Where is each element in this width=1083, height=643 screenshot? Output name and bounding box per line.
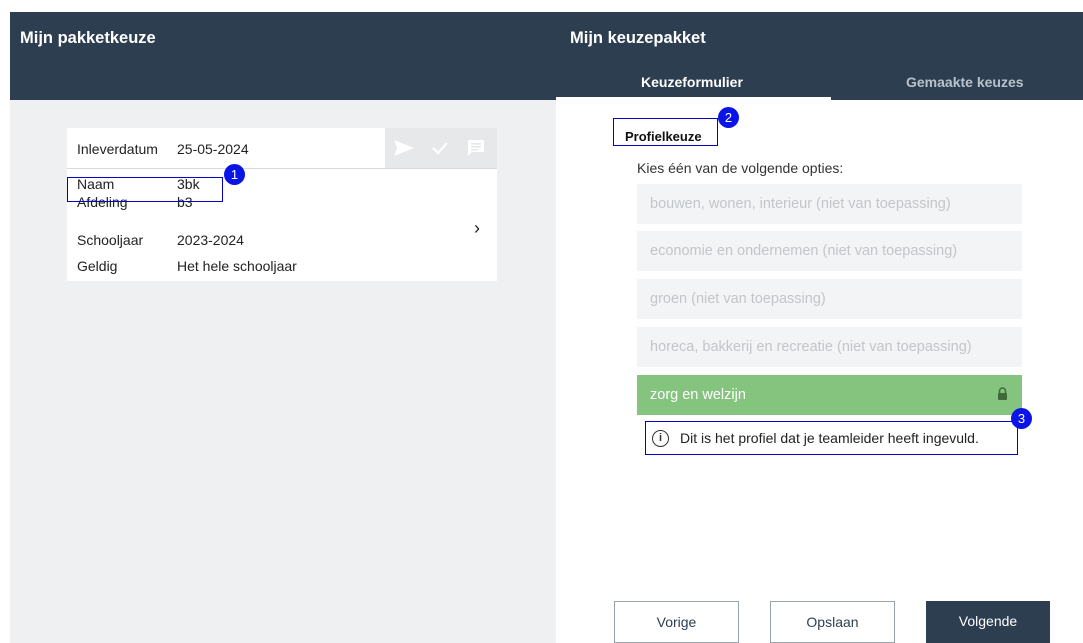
option-label: zorg en welzijn [650, 387, 746, 403]
option-zorg-en-welzijn: zorg en welzijn [637, 375, 1022, 415]
info-message: Dit is het profiel dat je teamleider hee… [680, 430, 979, 446]
left-title: Mijn pakketkeuze [20, 29, 156, 47]
deadline-value: 25-05-2024 [177, 141, 249, 157]
right-title: Mijn keuzepakket [570, 29, 706, 47]
tab-gemaakte-keuzes[interactable]: Gemaakte keuzes [906, 74, 1024, 90]
package-card[interactable]: Inleverdatum 25-05-2024 Naam 3bk Afdelin… [67, 128, 497, 281]
annotation-badge-2: 2 [718, 107, 739, 128]
row-label: Schooljaar [77, 232, 144, 248]
option-horeca-bakkerij-recreatie: horeca, bakkerij en recreatie (niet van … [637, 327, 1022, 367]
card-divider [67, 168, 497, 169]
annotation-box-1 [67, 177, 223, 202]
lock-icon [998, 387, 1007, 400]
save-button[interactable]: Opslaan [770, 601, 895, 643]
send-icon[interactable] [393, 138, 415, 158]
active-tab-indicator [556, 97, 831, 100]
deadline-label: Inleverdatum [77, 141, 158, 157]
options-prompt: Kies één van de volgende opties: [637, 160, 844, 176]
comment-icon[interactable] [465, 138, 487, 158]
option-economie-ondernemen: economie en ondernemen (niet van toepass… [637, 231, 1022, 271]
tab-keuzeformulier[interactable]: Keuzeformulier [641, 74, 743, 90]
next-button[interactable]: Volgende [926, 601, 1050, 643]
row-value: Het hele schooljaar [177, 258, 297, 274]
section-title: Profielkeuze [625, 129, 702, 144]
annotation-badge-3: 3 [1011, 408, 1032, 429]
card-row-schooljaar: Schooljaar 2023-2024 [67, 232, 487, 250]
right-header: Mijn keuzepakket Keuzeformulier Gemaakte… [556, 12, 1083, 100]
row-label: Geldig [77, 258, 118, 274]
option-groen: groen (niet van toepassing) [637, 279, 1022, 319]
card-actions [385, 128, 497, 168]
row-value: 2023-2024 [177, 232, 244, 248]
check-icon[interactable] [429, 138, 451, 158]
left-header: Mijn pakketkeuze [10, 12, 556, 100]
option-bouwen-wonen-interieur: bouwen, wonen, interieur (niet van toepa… [637, 184, 1022, 224]
previous-button[interactable]: Vorige [614, 601, 739, 643]
chevron-right-icon[interactable]: › [474, 218, 480, 239]
annotation-badge-1: 1 [224, 164, 245, 185]
card-row-geldig: Geldig Het hele schooljaar [67, 258, 487, 276]
info-icon: i [652, 430, 669, 447]
